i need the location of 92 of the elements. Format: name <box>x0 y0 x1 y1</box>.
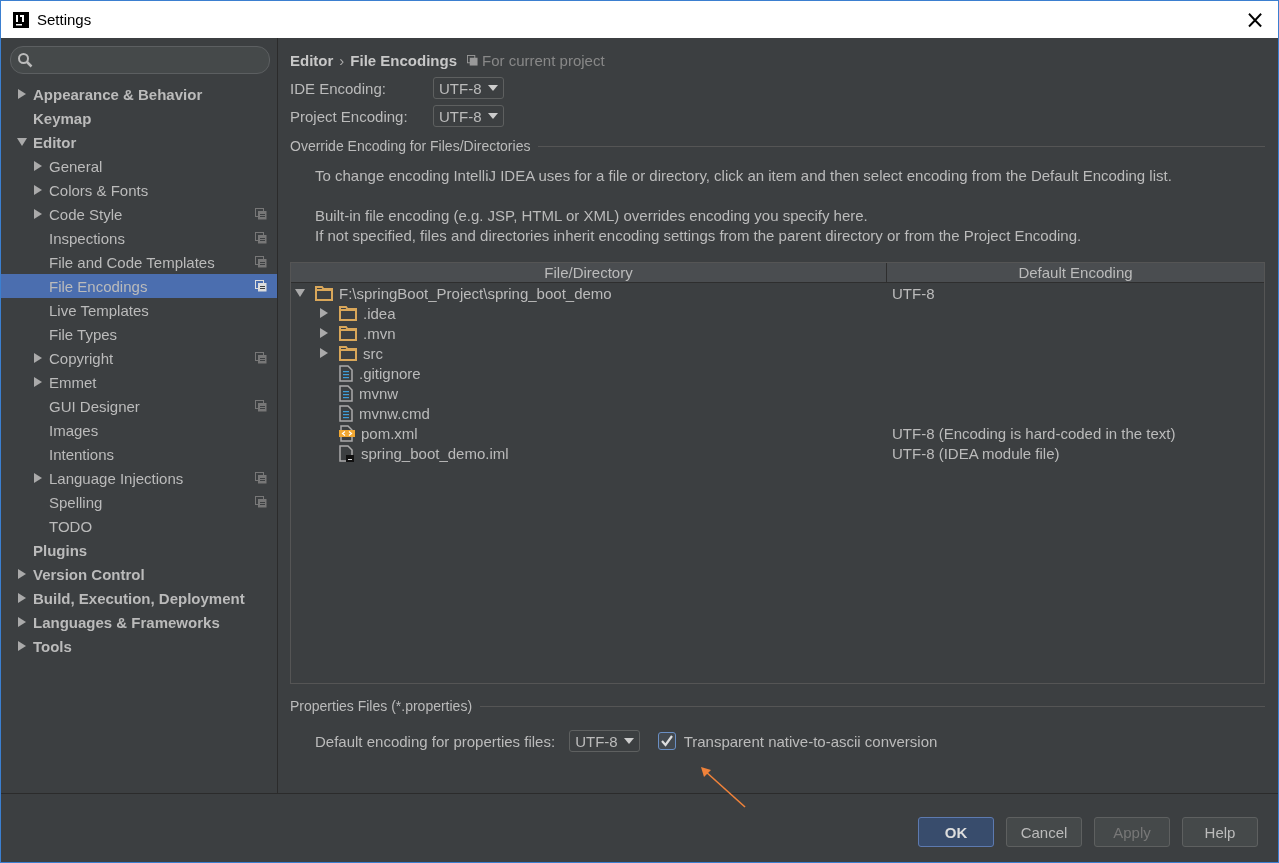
sidebar-item[interactable]: Language Injections <box>1 466 277 490</box>
file-name[interactable]: .idea <box>363 304 396 322</box>
expand-arrow-icon[interactable] <box>33 353 43 363</box>
expand-arrow-icon[interactable] <box>17 641 27 651</box>
dialog-button[interactable]: OK <box>918 817 994 847</box>
text-file-icon <box>339 364 353 382</box>
expand-arrow-icon[interactable] <box>319 328 329 338</box>
encoding-label: IDE Encoding: <box>290 79 387 97</box>
project-scope-icon <box>467 54 479 66</box>
expand-arrow-icon[interactable] <box>17 137 27 147</box>
sidebar-item[interactable]: General <box>1 154 277 178</box>
app-logo-icon <box>13 11 29 28</box>
section-title: Override Encoding for Files/Directories <box>290 138 531 154</box>
encoding-dropdown[interactable]: UTF-8 <box>433 105 504 127</box>
sidebar-item[interactable]: Tools <box>1 634 277 658</box>
search-icon <box>17 52 33 68</box>
sidebar-item[interactable]: Images <box>1 418 277 442</box>
file-name[interactable]: .mvn <box>363 324 396 342</box>
dialog-button[interactable]: Cancel <box>1006 817 1082 847</box>
file-name[interactable]: src <box>363 344 383 362</box>
sidebar-item[interactable]: Emmet <box>1 370 277 394</box>
breadcrumb-current: File Encodings <box>350 51 458 69</box>
expand-arrow-icon[interactable] <box>33 185 43 195</box>
column-header[interactable]: Default Encoding <box>887 263 1264 282</box>
sidebar-item[interactable]: File Types <box>1 322 277 346</box>
help-text: Built-in file encoding (e.g. JSP, HTML or XML) overrides encoding you specify here. <box>315 206 869 226</box>
sidebar-item[interactable]: Colors & Fonts <box>1 178 277 202</box>
breadcrumb-separator: › <box>339 51 345 69</box>
window-title: Settings <box>37 11 92 28</box>
file-name[interactable]: mvnw.cmd <box>359 404 430 422</box>
expand-arrow-icon[interactable] <box>295 288 305 298</box>
sidebar-item[interactable]: Editor <box>1 130 277 154</box>
sidebar-item[interactable]: Copyright <box>1 346 277 370</box>
sidebar-item[interactable]: TODO <box>1 514 277 538</box>
expand-arrow-icon[interactable] <box>17 617 27 627</box>
encoding-cell[interactable]: UTF-8 (IDEA module file) <box>892 444 1060 462</box>
encoding-cell[interactable]: UTF-8 <box>892 284 935 302</box>
encoding-dropdown[interactable]: UTF-8 <box>569 730 640 752</box>
section-title: Properties Files (*.properties) <box>290 698 473 714</box>
checkbox[interactable] <box>657 732 676 750</box>
expand-arrow-icon[interactable] <box>17 569 27 579</box>
encoding-cell[interactable]: UTF-8 (Encoding is hard-coded in the text) <box>892 424 1176 442</box>
search-field[interactable] <box>10 46 270 74</box>
help-text: If not specified, files and directories inherit encoding settings from the parent directory or from the Project Encoding. <box>315 226 1083 246</box>
checkbox-label[interactable]: Transparent native-to-ascii conversion <box>683 732 938 750</box>
module-file-icon <box>339 444 355 462</box>
expand-arrow-icon[interactable] <box>33 377 43 387</box>
expand-arrow-icon[interactable] <box>33 209 43 219</box>
sidebar-item[interactable]: Spelling <box>1 490 277 514</box>
close-button[interactable]: × <box>1232 1 1278 38</box>
caret-icon <box>487 113 498 119</box>
sidebar-item[interactable]: Languages & Frameworks <box>1 610 277 634</box>
expand-arrow-icon[interactable] <box>33 161 43 171</box>
text-file-icon <box>339 384 353 402</box>
expand-arrow-icon[interactable] <box>319 308 329 318</box>
expand-arrow-icon[interactable] <box>17 593 27 603</box>
sidebar-item[interactable]: Live Templates <box>1 298 277 322</box>
sidebar-item[interactable]: Version Control <box>1 562 277 586</box>
sidebar-item[interactable]: Keymap <box>1 106 277 130</box>
file-name[interactable]: pom.xml <box>361 424 418 442</box>
column-header[interactable]: File/Directory <box>291 263 887 282</box>
folder-icon <box>315 285 333 301</box>
file-name[interactable]: .gitignore <box>359 364 421 382</box>
breadcrumb-parent: Editor <box>290 51 334 69</box>
scope-label: For current project <box>482 51 605 69</box>
expand-arrow-icon[interactable] <box>17 89 27 99</box>
sidebar-item[interactable]: Build, Execution, Deployment <box>1 586 277 610</box>
sidebar-item[interactable]: GUI Designer <box>1 394 277 418</box>
dialog-button[interactable]: Help <box>1182 817 1258 847</box>
expand-arrow-icon[interactable] <box>33 473 43 483</box>
caret-icon <box>487 85 498 91</box>
file-name[interactable]: mvnw <box>359 384 399 402</box>
properties-encoding-label: Default encoding for properties files: <box>315 732 556 750</box>
file-name[interactable]: spring_boot_demo.iml <box>361 444 509 462</box>
xml-file-icon <box>339 424 355 442</box>
caret-icon <box>623 738 634 744</box>
sidebar-item[interactable]: Plugins <box>1 538 277 562</box>
sidebar-item[interactable]: Code Style <box>1 202 277 226</box>
folder-icon <box>339 325 357 341</box>
file-name[interactable]: F:\springBoot_Project\spring_boot_demo <box>339 284 612 302</box>
folder-icon <box>339 345 357 361</box>
encoding-dropdown[interactable]: UTF-8 <box>433 77 504 99</box>
encoding-label: Project Encoding: <box>290 107 409 125</box>
sidebar-item[interactable]: Appearance & Behavior <box>1 82 277 106</box>
sidebar-item[interactable]: File and Code Templates <box>1 250 277 274</box>
expand-arrow-icon[interactable] <box>319 348 329 358</box>
sidebar-item[interactable]: Intentions <box>1 442 277 466</box>
annotation-arrow <box>699 765 747 809</box>
help-text: To change encoding IntelliJ IDEA uses for a file or directory, click an item and then select encoding from the Default Encoding list. <box>315 166 1173 186</box>
sidebar-item[interactable]: Inspections <box>1 226 277 250</box>
folder-icon <box>339 305 357 321</box>
text-file-icon <box>339 404 353 422</box>
